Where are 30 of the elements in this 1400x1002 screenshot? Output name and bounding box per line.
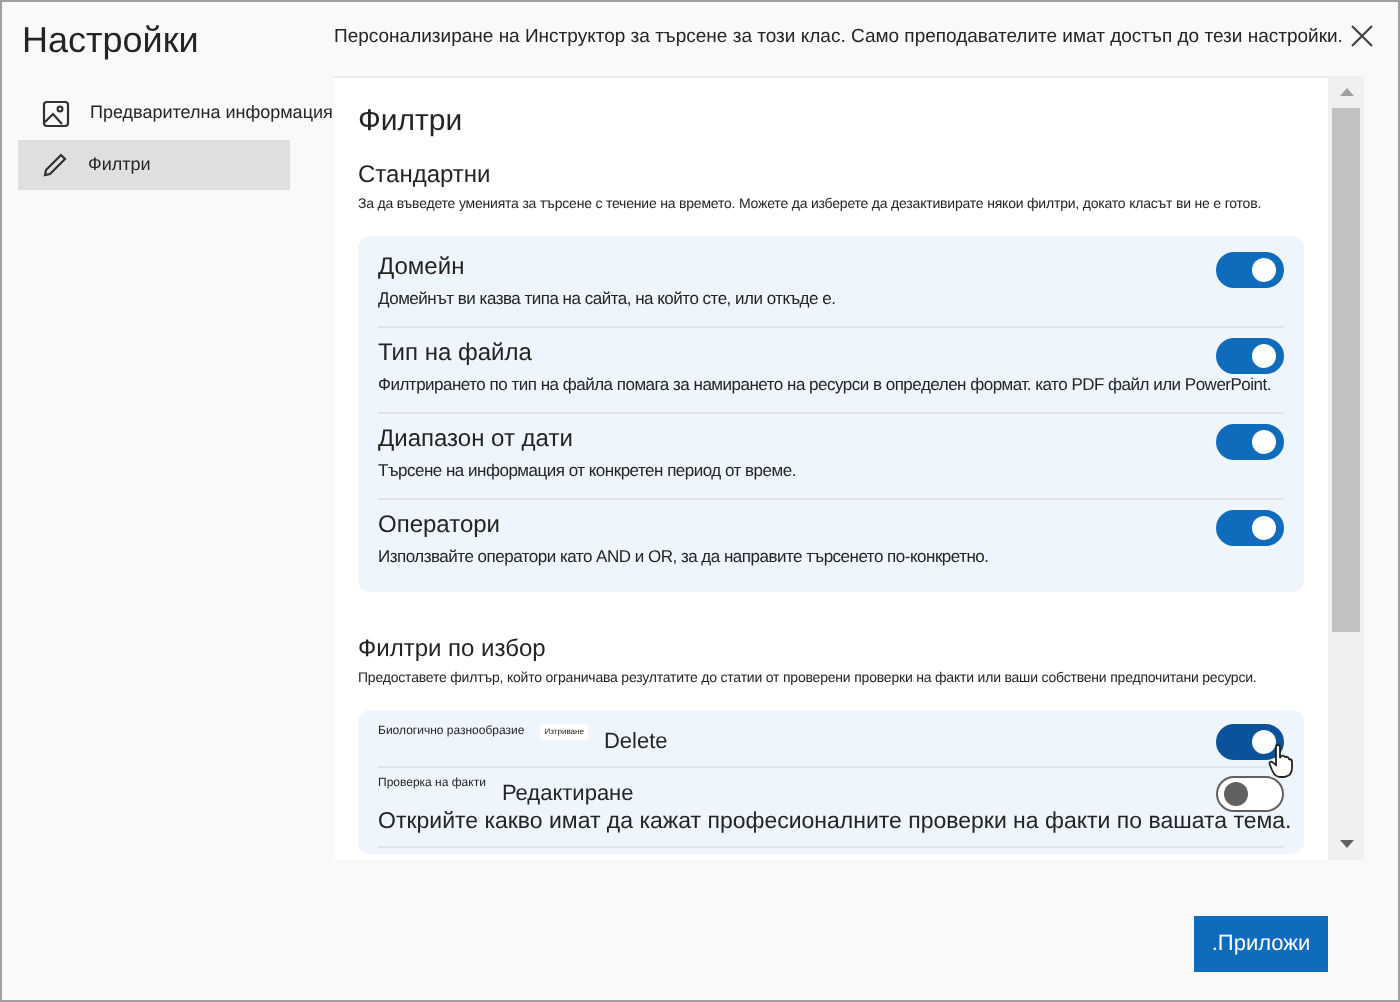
- filter-description: Филтрирането по тип на файла помага за намирането на ресурси в определен формат. като PDF файл или PowerPoint.: [378, 372, 1271, 396]
- toggle-switch[interactable]: [1216, 424, 1284, 460]
- panel-title: Филтри: [358, 104, 465, 140]
- image-icon: [42, 99, 70, 127]
- scroll-thumb[interactable]: [1332, 108, 1360, 632]
- filter-description: Използвайте оператори като AND и OR, за да направите търсенето по-конкретно.: [378, 544, 989, 568]
- section-title: Филтри по избор: [358, 632, 548, 664]
- header-note: Персонализиране на Инструктор за търсене за този клас. Само преподавателите имат достъп до тези настройки.: [334, 26, 1343, 50]
- toggle-switch[interactable]: [1216, 252, 1284, 288]
- filter-description: Търсене на информация от конкретен период от време.: [378, 458, 796, 482]
- filter-action[interactable]: Редактиране: [501, 782, 634, 808]
- pencil-icon: [42, 152, 68, 178]
- settings-title: Настройки: [22, 18, 201, 64]
- hand-cursor-icon: [1268, 744, 1294, 778]
- close-icon[interactable]: [1350, 24, 1374, 48]
- toggle-switch[interactable]: [1216, 776, 1284, 812]
- section-title: Стандартни: [358, 158, 493, 190]
- filter-action[interactable]: Delete: [603, 730, 668, 756]
- filter-title: Диапазон от дати: [378, 424, 573, 454]
- filter-title: Домейн: [378, 252, 465, 282]
- filter-title: Оператори: [378, 510, 501, 540]
- toggle-switch[interactable]: [1216, 510, 1284, 546]
- toggle-switch[interactable]: [1216, 338, 1284, 374]
- filter-title: Тип на файла: [378, 338, 532, 368]
- sidebar-item[interactable]: Филтри: [18, 140, 290, 190]
- sidebar-item[interactable]: Предварителна информация: [18, 88, 333, 138]
- apply-button[interactable]: .Приложи: [1194, 916, 1328, 972]
- filter-description: Открийте какво имат да кажат професионалните проверки на факти по вашата тема.: [378, 808, 1292, 836]
- scroll-down-icon[interactable]: [1339, 840, 1353, 848]
- filter-description: Домейнът ви казва типа на сайта, на който сте, или откъде е.: [378, 286, 836, 310]
